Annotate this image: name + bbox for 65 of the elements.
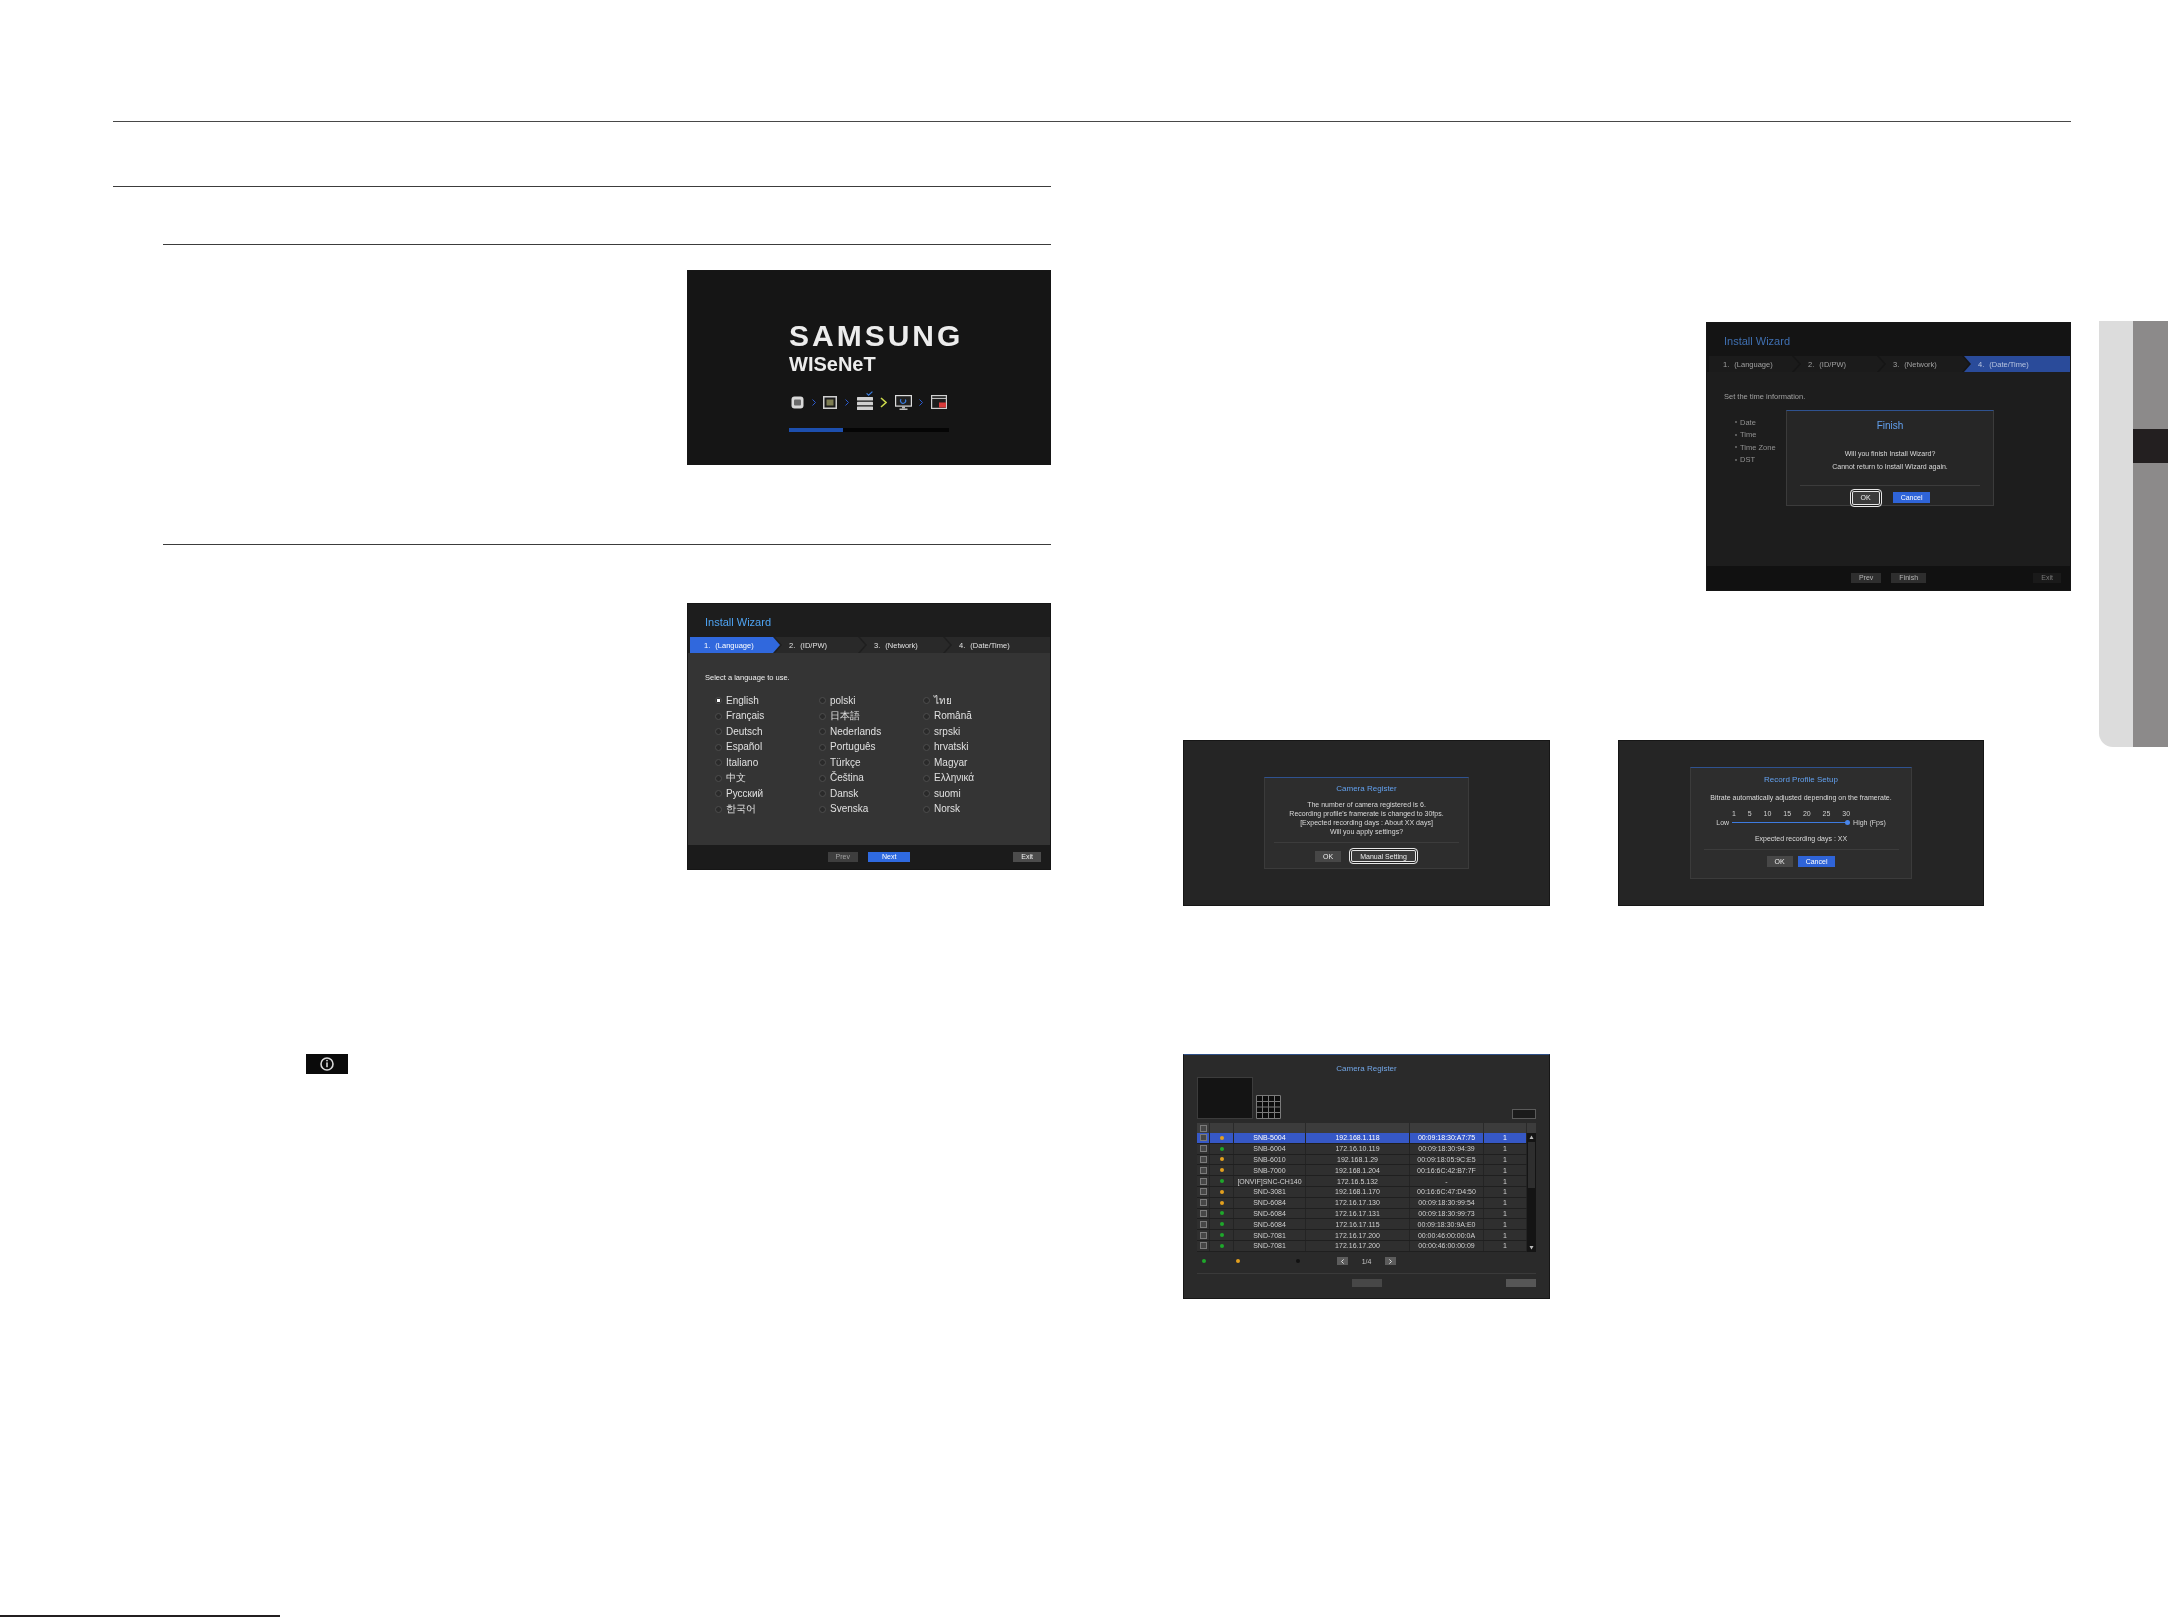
dialog-title: Camera Register [1336,784,1397,794]
checkbox[interactable] [1199,1209,1207,1217]
language-option[interactable]: Norsk [923,803,961,816]
recorder-window-icon [931,395,947,409]
checkbox[interactable] [1199,1220,1207,1228]
language-option[interactable]: Čeština [819,772,864,785]
language-option[interactable]: Русский [715,787,764,800]
scrollbar[interactable] [1527,1133,1536,1252]
language-option[interactable]: polski [819,694,856,707]
checkbox[interactable] [1199,1166,1207,1174]
language-option[interactable]: Italiano [715,756,759,769]
dialog-title: Record Profile Setup [1764,775,1838,785]
chevron-left-icon [1340,1258,1344,1264]
language-option[interactable]: Nederlands [819,725,882,738]
wizard-title: Install Wizard [1724,335,1791,348]
info-icon [306,1054,348,1074]
language-option[interactable]: hrvatski [923,741,969,754]
slider-thumb[interactable] [1845,820,1851,825]
chevron-right-icon [880,396,888,408]
chevron-right-icon [919,398,924,406]
next-page-button[interactable] [1385,1257,1397,1265]
language-option[interactable]: Ελληνικά [923,772,975,785]
window-title: Camera Register [1336,1064,1397,1074]
checkbox[interactable] [1199,1134,1207,1142]
checkbox[interactable] [1199,1145,1207,1153]
framerate-slider-track[interactable] [1732,820,1851,825]
checkbox[interactable] [1199,1124,1207,1132]
monitor-icon [894,394,912,410]
video-preview-placeholder [1197,1077,1253,1119]
checkbox[interactable] [1199,1231,1207,1239]
language-option[interactable]: 中文 [715,772,746,785]
language-option[interactable]: Română [923,710,972,723]
checkbox[interactable] [1199,1242,1207,1250]
language-option[interactable]: Português [819,741,876,754]
check-icon [865,390,873,396]
language-option[interactable]: ไทย [923,694,952,707]
display-icon [823,395,838,409]
chevron-right-icon [1389,1258,1393,1264]
language-option[interactable]: Français [715,710,765,723]
language-option[interactable]: 日本語 [819,710,860,723]
language-option[interactable]: Magyar [923,756,968,769]
chevron-right-icon [844,398,849,406]
language-option[interactable]: Svenska [819,803,869,816]
blank-button[interactable] [1512,1109,1536,1119]
previous-page-button[interactable] [1336,1257,1348,1265]
language-option[interactable]: 한국어 [715,803,756,816]
server-icon [856,396,873,410]
checkbox[interactable] [1199,1199,1207,1207]
language-option[interactable]: Dansk [819,787,859,800]
chevron-right-icon [811,398,816,406]
checkbox[interactable] [1199,1156,1207,1163]
checkbox[interactable] [1199,1177,1207,1185]
language-option[interactable]: srpski [923,725,961,738]
language-option[interactable]: English [715,694,759,707]
wizard-title: Install Wizard [705,616,772,629]
chip-icon [791,395,804,409]
language-option[interactable]: suomi [923,787,961,800]
language-option[interactable]: Türkçe [819,756,861,769]
language-option[interactable]: Español [715,741,763,754]
product-logo-text: WISeNeT [789,355,876,373]
grid-layout-icon[interactable] [1256,1095,1281,1119]
dialog-title: Finish [1876,420,1904,432]
language-option[interactable]: Deutsch [715,725,763,738]
checkbox[interactable] [1199,1188,1207,1196]
brand-logo-text: SAMSUNG [789,322,964,350]
